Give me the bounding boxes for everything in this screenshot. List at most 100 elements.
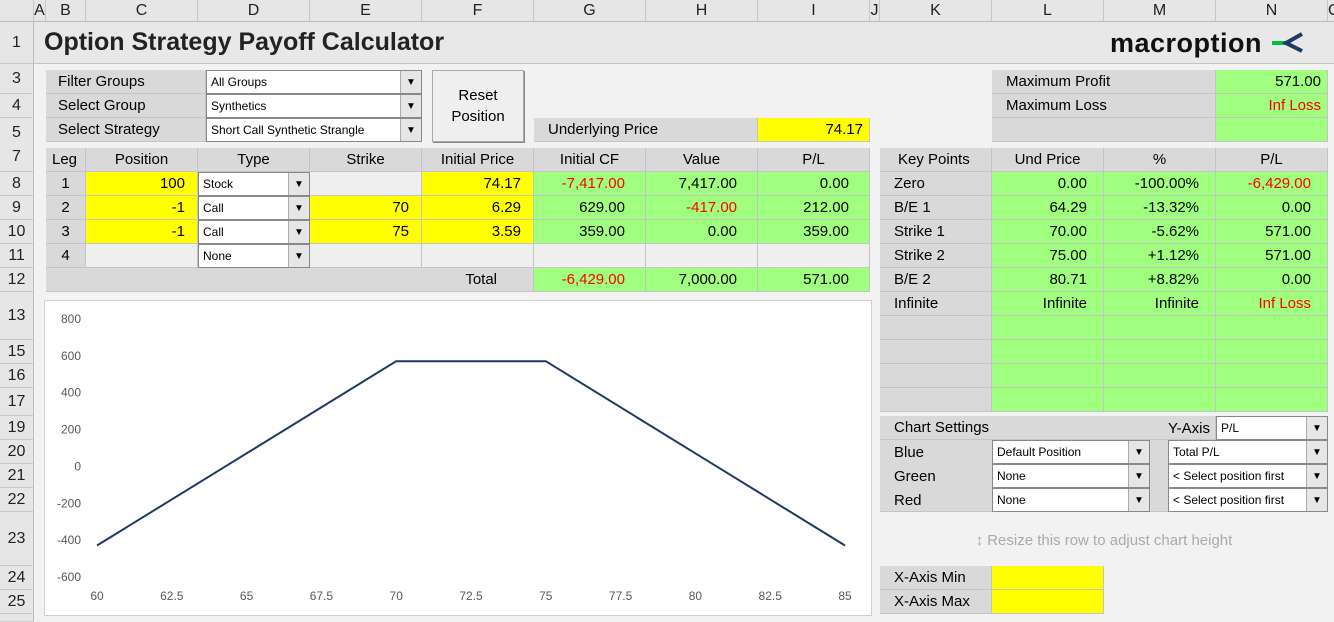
y-axis-dropdown[interactable]: P/L ▼ — [1216, 416, 1328, 440]
column-header[interactable]: E — [310, 0, 422, 22]
leg-strike-input[interactable]: 75 — [310, 220, 422, 244]
leg-type-dropdown[interactable]: None ▼ — [198, 244, 310, 268]
chevron-down-icon[interactable]: ▼ — [1306, 489, 1327, 511]
column-header[interactable]: N — [1216, 0, 1328, 22]
row-header[interactable]: 11 — [0, 244, 34, 268]
red-position-value: None — [997, 493, 1026, 507]
column-header[interactable]: I — [758, 0, 870, 22]
column-header[interactable]: O — [1328, 0, 1334, 22]
select-all-corner[interactable] — [0, 0, 34, 22]
row-header[interactable]: 20 — [0, 440, 34, 464]
red-position-dropdown[interactable]: None ▼ — [992, 488, 1150, 512]
row-header[interactable]: 4 — [0, 94, 34, 118]
key-point-pct: Infinite — [1104, 292, 1216, 316]
column-header[interactable]: K — [880, 0, 992, 22]
select-group-dropdown[interactable]: Synthetics ▼ — [206, 94, 422, 118]
leg-position-input[interactable]: -1 — [86, 196, 198, 220]
row-header[interactable]: 13 — [0, 292, 34, 340]
header-pct: % — [1104, 148, 1216, 172]
column-header[interactable]: G — [534, 0, 646, 22]
leg-type-value: None — [203, 249, 232, 263]
logo-icon — [1272, 32, 1303, 53]
chevron-down-icon[interactable]: ▼ — [288, 173, 309, 195]
row-header[interactable]: 8 — [0, 172, 34, 196]
header-leg: Leg — [46, 148, 86, 172]
column-header[interactable]: A — [34, 0, 46, 22]
select-strategy-dropdown[interactable]: Short Call Synthetic Strangle ▼ — [206, 118, 422, 142]
leg-price-input[interactable]: 3.59 — [422, 220, 534, 244]
leg-position-input[interactable]: 100 — [86, 172, 198, 196]
column-header[interactable]: B — [46, 0, 86, 22]
key-point-empty — [992, 388, 1104, 412]
key-point-empty — [1104, 316, 1216, 340]
green-position-dropdown[interactable]: None ▼ — [992, 464, 1150, 488]
row-header[interactable]: 1 — [0, 22, 34, 64]
row-header[interactable]: 9 — [0, 196, 34, 220]
chevron-down-icon[interactable]: ▼ — [1306, 441, 1327, 463]
leg-pl — [758, 244, 870, 268]
chevron-down-icon[interactable]: ▼ — [400, 71, 421, 93]
row-header[interactable]: 25 — [0, 590, 34, 614]
x-tick-label: 70 — [390, 589, 404, 603]
column-header[interactable]: C — [86, 0, 198, 22]
chevron-down-icon[interactable]: ▼ — [1128, 441, 1149, 463]
x-axis-min-input[interactable] — [992, 566, 1104, 590]
leg-price-input[interactable] — [422, 244, 534, 268]
leg-strike-input[interactable]: 70 — [310, 196, 422, 220]
chevron-down-icon[interactable]: ▼ — [288, 197, 309, 219]
leg-strike-input[interactable] — [310, 244, 422, 268]
leg-strike-input[interactable] — [310, 172, 422, 196]
row-header[interactable]: 21 — [0, 464, 34, 488]
row-header[interactable]: 17 — [0, 388, 34, 416]
filter-groups-dropdown[interactable]: All Groups ▼ — [206, 70, 422, 94]
column-header[interactable]: F — [422, 0, 534, 22]
row-header[interactable]: 16 — [0, 364, 34, 388]
row-header[interactable]: 10 — [0, 220, 34, 244]
leg-price-input[interactable]: 74.17 — [422, 172, 534, 196]
chevron-down-icon[interactable]: ▼ — [1128, 465, 1149, 487]
underlying-price-input[interactable]: 74.17 — [758, 118, 870, 142]
column-header[interactable]: M — [1104, 0, 1216, 22]
row-header[interactable] — [0, 614, 34, 622]
chevron-down-icon[interactable]: ▼ — [1306, 465, 1327, 487]
column-header[interactable]: H — [646, 0, 758, 22]
row-header[interactable]: 23 — [0, 512, 34, 566]
chevron-down-icon[interactable]: ▼ — [400, 119, 421, 141]
blue-position-dropdown[interactable]: Default Position ▼ — [992, 440, 1150, 464]
column-header[interactable]: J — [870, 0, 880, 22]
reset-position-button[interactable]: Reset Position — [432, 70, 524, 142]
row-header[interactable]: 15 — [0, 340, 34, 364]
chevron-down-icon[interactable]: ▼ — [288, 245, 309, 267]
row-header[interactable]: 12 — [0, 268, 34, 292]
y-tick-label: -600 — [57, 570, 81, 584]
leg-position-input[interactable]: -1 — [86, 220, 198, 244]
chevron-down-icon[interactable]: ▼ — [1306, 417, 1327, 439]
blue-line-dropdown[interactable]: Total P/L ▼ — [1168, 440, 1328, 464]
leg-type-dropdown[interactable]: Call ▼ — [198, 220, 310, 244]
chevron-down-icon[interactable]: ▼ — [400, 95, 421, 117]
green-line-dropdown[interactable]: < Select position first ▼ — [1168, 464, 1328, 488]
leg-type-dropdown[interactable]: Stock ▼ — [198, 172, 310, 196]
leg-price-input[interactable]: 6.29 — [422, 196, 534, 220]
row-header[interactable]: 3 — [0, 64, 34, 94]
key-point-price: Infinite — [992, 292, 1104, 316]
leg-position-input[interactable] — [86, 244, 198, 268]
column-header[interactable]: D — [198, 0, 310, 22]
leg-type-dropdown[interactable]: Call ▼ — [198, 196, 310, 220]
blue-line-value: Total P/L — [1173, 445, 1220, 459]
row-header[interactable]: 7 — [0, 142, 34, 172]
row-header[interactable]: 22 — [0, 488, 34, 512]
row-header[interactable]: 24 — [0, 566, 34, 590]
underlying-price-label: Underlying Price — [534, 118, 758, 142]
key-point-name: B/E 2 — [880, 268, 992, 292]
header-initial-cf: Initial CF — [534, 148, 646, 172]
row-header[interactable]: 19 — [0, 416, 34, 440]
key-point-pct: +1.12% — [1104, 244, 1216, 268]
chevron-down-icon[interactable]: ▼ — [1128, 489, 1149, 511]
column-header[interactable]: L — [992, 0, 1104, 22]
red-line-dropdown[interactable]: < Select position first ▼ — [1168, 488, 1328, 512]
chevron-down-icon[interactable]: ▼ — [288, 221, 309, 243]
key-point-empty — [1216, 364, 1328, 388]
x-axis-max-input[interactable] — [992, 590, 1104, 614]
payoff-line — [96, 360, 846, 547]
